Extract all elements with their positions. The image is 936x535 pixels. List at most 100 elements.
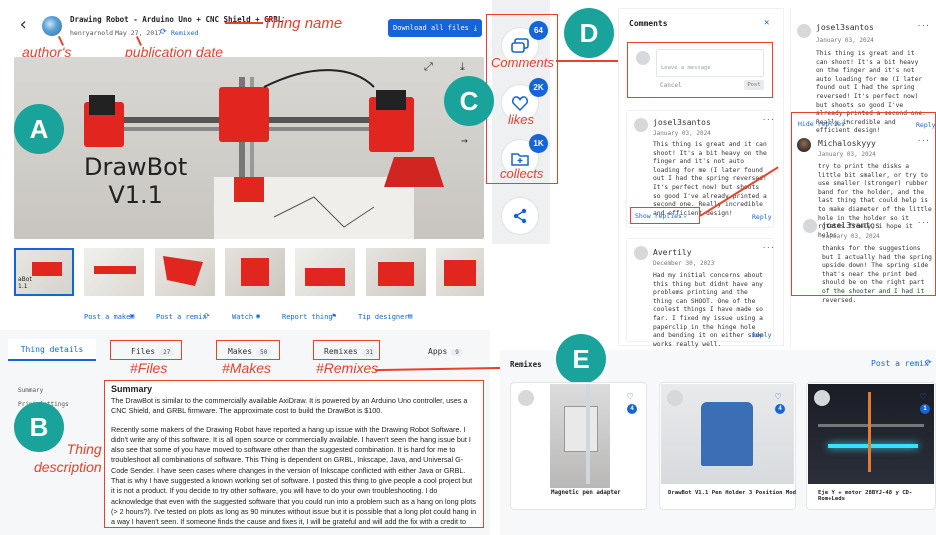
tab-thing-details[interactable]: Thing details — [8, 339, 96, 361]
comment-input-placeholder: Leave a message — [661, 65, 711, 71]
annotation-badge-d: D — [564, 8, 614, 58]
download-all-files-button[interactable]: Download all files ⤓ — [388, 19, 482, 37]
main-image[interactable]: DrawBot V1.1 — [14, 57, 484, 239]
author-avatar[interactable] — [42, 16, 62, 36]
replies-menu-icon[interactable]: ··· — [917, 22, 930, 30]
remix-3-author-avatar[interactable] — [814, 390, 830, 406]
reply-2-body: thanks for the suggestions but I actuall… — [822, 245, 932, 304]
tab-thing-details-label: Thing details — [20, 344, 84, 354]
remix-2-part — [701, 402, 753, 466]
nav-summary[interactable]: Summary — [18, 387, 43, 394]
author-username[interactable]: henryarnold — [70, 29, 113, 37]
next-image-icon[interactable]: → — [461, 134, 468, 147]
annotation-files: #Files — [130, 360, 168, 376]
replies-author-avatar[interactable] — [797, 24, 811, 38]
share-button[interactable] — [502, 198, 538, 234]
hide-replies-link[interactable]: Hide replies — [798, 120, 845, 128]
post-remix-refresh-icon[interactable]: ⟳ — [925, 358, 932, 367]
comment-2-date: December 30, 2023 — [653, 260, 715, 267]
reply-1-menu-icon[interactable]: ··· — [917, 137, 930, 145]
replies-date: January 03, 2024 — [816, 37, 874, 44]
expand-icon[interactable]: ⤢ — [424, 60, 433, 74]
chevron-up-icon[interactable]: ⌃ — [845, 119, 849, 127]
thumbnail-7[interactable] — [436, 248, 484, 296]
remix-3-rail — [818, 424, 924, 427]
reply-1-author[interactable]: Michaloskyyy — [818, 139, 876, 148]
thumb-robot-4 — [241, 258, 269, 286]
report-thing-link[interactable]: Report thing — [282, 313, 333, 321]
thumbnail-4[interactable] — [225, 248, 285, 296]
download-image-icon[interactable]: ⤓ — [460, 60, 465, 74]
remix-2-title[interactable]: DrawBot V1.1 Pen Holder 3 Position Mod — [668, 490, 796, 496]
reply-1-date: January 03, 2024 — [818, 151, 876, 158]
chevron-down-icon[interactable]: ⌄ — [683, 211, 687, 219]
reply-2-author[interactable]: josel3santos — [822, 221, 880, 230]
reply-2-date: January 03, 2024 — [822, 233, 880, 240]
comment-2-avatar[interactable] — [634, 246, 648, 260]
thumbnail-2[interactable] — [84, 248, 144, 296]
description-paragraph-1: The DrawBot is similar to the commercial… — [111, 396, 468, 416]
remix-2-like-icon[interactable]: ♡ — [775, 392, 781, 403]
remix-3-like-icon[interactable]: ♡ — [920, 392, 926, 403]
tip-icon: ▤ — [408, 312, 413, 320]
download-label: Download all files — [393, 24, 469, 32]
annotation-collects: collects — [500, 166, 544, 181]
arrow-thing-name — [225, 22, 263, 24]
collects-count: 1K — [529, 134, 548, 153]
comment-2-body: Had my initial concerns about this thing… — [653, 272, 763, 348]
comment-1-avatar[interactable] — [634, 118, 648, 132]
reply-2-menu-icon[interactable]: ··· — [917, 219, 930, 227]
remix-1-author-avatar[interactable] — [518, 390, 534, 406]
replies-author[interactable]: josel3santos — [816, 23, 874, 32]
thumbnail-6[interactable] — [366, 248, 426, 296]
thumb-robot-1 — [32, 262, 62, 276]
watch-icon: ◉ — [256, 312, 261, 320]
comment-2-menu-icon[interactable]: ··· — [762, 244, 775, 252]
comment-1-menu-icon[interactable]: ··· — [762, 116, 775, 124]
caption-line-1: DrawBot — [84, 153, 188, 181]
back-button[interactable]: ‹ — [18, 14, 29, 35]
remix-3-title[interactable]: Eje Y + motor 28BYJ-48 y CD-Rom+Leds — [818, 490, 936, 502]
comment-input[interactable]: Leave a message — [656, 49, 764, 77]
arrow-comments — [556, 60, 624, 62]
remix-1-like-count: 4 — [627, 404, 637, 414]
close-icon[interactable]: ✕ — [764, 18, 769, 28]
remix-1-title[interactable]: Magnetic pen adapter — [551, 490, 621, 496]
comment-1-author[interactable]: josel3santos — [653, 118, 711, 127]
comment-2-reply-button[interactable]: Reply — [752, 331, 772, 339]
remixed-icon: ⟳ — [160, 27, 167, 36]
show-replies-link[interactable]: Show replies — [635, 212, 682, 220]
remix-3-rod — [868, 392, 871, 472]
post-remix-link[interactable]: Post a remix — [156, 313, 207, 321]
comment-2-author[interactable]: Avertily — [653, 248, 692, 257]
heart-icon — [512, 95, 528, 111]
reply-2-avatar[interactable] — [803, 219, 817, 233]
thumbnail-5[interactable] — [295, 248, 355, 296]
cancel-button[interactable]: Cancel — [660, 82, 682, 89]
collect-folder-icon — [511, 152, 529, 166]
annotation-makes: #Makes — [222, 360, 272, 376]
post-remix-button[interactable]: Post a remix — [871, 359, 929, 368]
remix-1-like-icon[interactable]: ♡ — [627, 392, 633, 403]
tip-designer-link[interactable]: Tip designer — [358, 313, 409, 321]
thumbnail-1[interactable]: aBot 1.1 — [14, 248, 74, 296]
replies-reply-button[interactable]: Reply — [916, 121, 936, 129]
reply-1-avatar[interactable] — [797, 138, 811, 152]
remixes-title: Remixes — [510, 360, 542, 369]
remix-2-like-count: 4 — [775, 404, 785, 414]
watch-link[interactable]: Watch — [232, 313, 253, 321]
thumbnail-3[interactable] — [155, 248, 215, 296]
comment-1-date: January 03, 2024 — [653, 130, 711, 137]
remixed-link[interactable]: Remixed — [171, 29, 198, 37]
remix-2-author-avatar[interactable] — [667, 390, 683, 406]
remix-1-image — [550, 384, 610, 488]
thumb-label: aBot 1.1 — [18, 276, 32, 290]
post-comment-button[interactable]: Post — [744, 80, 764, 90]
tab-apps[interactable]: Apps 9 — [428, 347, 463, 356]
post-comment-label: Post — [747, 82, 761, 88]
report-flag-icon: ⚑ — [332, 312, 337, 320]
post-make-link[interactable]: Post a make — [84, 313, 130, 321]
comment-1-reply-button[interactable]: Reply — [752, 213, 772, 221]
thumb-robot-6 — [378, 262, 414, 286]
thumb-robot-7 — [444, 260, 476, 286]
